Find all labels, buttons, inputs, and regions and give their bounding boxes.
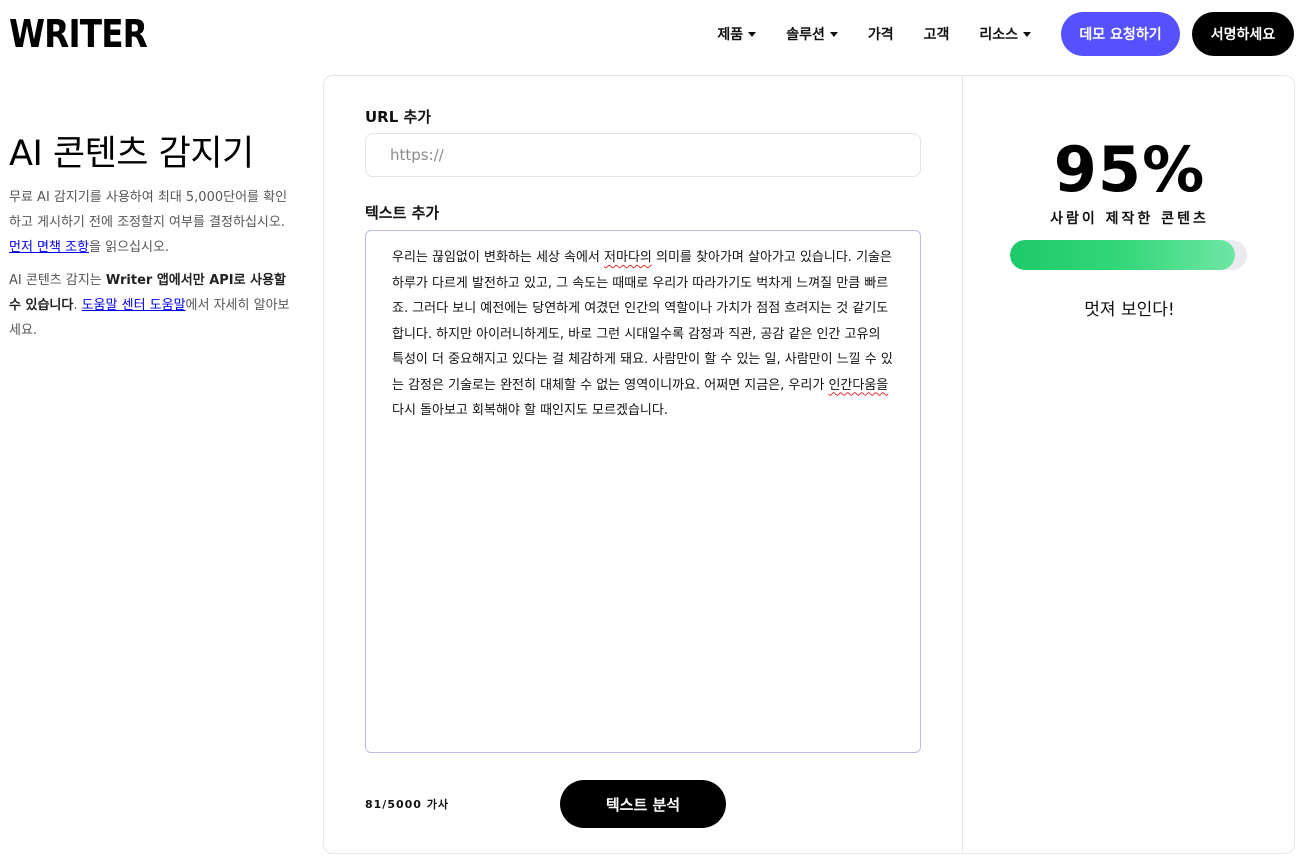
intro-api-note: AI 콘텐츠 감지는 Writer 앱에서만 API로 사용할 수 있습니다. … — [9, 268, 299, 343]
text-segment: 다시 돌아보고 회복해야 할 때인지도 모르겠습니다. — [392, 403, 668, 418]
nav-label-products: 제품 — [717, 27, 744, 43]
score-progress-bar — [1010, 240, 1247, 270]
signup-button[interactable]: 서명하세요 — [1192, 12, 1294, 56]
nav-label-customers: 고객 — [923, 27, 950, 43]
intro-desc1-text: 무료 AI 감지기를 사용하여 최대 5,000단어를 확인하고 게시하기 전에… — [9, 190, 288, 230]
top-nav: 제품 솔루션 가격 고객 리소스 데모 요청하기 서명하세요 — [717, 12, 1294, 56]
nav-item-solutions[interactable]: 솔루션 — [786, 24, 838, 44]
misspelled-word: 인간다움을 — [828, 377, 889, 393]
chevron-down-icon — [1023, 31, 1031, 37]
nav-item-pricing[interactable]: 가격 — [868, 24, 894, 44]
text-input[interactable]: 우리는 끊임없이 변화하는 세상 속에서 저마다의 의미를 찾아가며 살아가고 … — [365, 230, 921, 753]
intro-description: 무료 AI 감지기를 사용하여 최대 5,000단어를 확인하고 게시하기 전에… — [9, 185, 299, 260]
page-title: AI 콘텐츠 감지기 — [9, 134, 254, 174]
writer-logo[interactable]: WRITER — [9, 14, 148, 54]
disclaimer-link[interactable]: 먼저 면책 조항 — [9, 240, 89, 255]
text-segment: 우리는 끊임없이 변화하는 세상 속에서 — [392, 250, 605, 265]
intro-panel: AI 콘텐츠 감지기 무료 AI 감지기를 사용하여 최대 5,000단어를 확… — [9, 133, 299, 343]
verdict-text: 멋져 보인다! — [1084, 300, 1175, 320]
nav-item-customers[interactable]: 고객 — [924, 24, 950, 44]
chevron-down-icon — [829, 31, 838, 37]
nav-label-resources: 리소스 — [979, 27, 1018, 43]
nav-item-resources[interactable]: 리소스 — [979, 24, 1031, 44]
url-label: URL 추가 — [365, 108, 432, 126]
request-demo-button[interactable]: 데모 요청하기 — [1061, 12, 1180, 56]
nav-item-products[interactable]: 제품 — [717, 24, 757, 44]
nav-label-solutions: 솔루션 — [786, 27, 825, 43]
score-label: 사람이 제작한 콘텐츠 — [1050, 211, 1209, 227]
text-label: 텍스트 추가 — [365, 204, 440, 222]
word-count: 81/5000 가사 — [365, 798, 450, 811]
help-center-link[interactable]: 도움말 센터 도움말 — [82, 298, 186, 313]
url-input[interactable] — [365, 133, 921, 177]
chevron-down-icon — [748, 31, 757, 37]
score-progress-fill — [1010, 240, 1236, 270]
text-segment: 의미를 찾아가며 살아가고 있습니다. 기술은 하루가 다르게 발전하고 있고,… — [392, 250, 893, 393]
nav-label-pricing: 가격 — [867, 27, 894, 43]
analyze-text-button[interactable]: 텍스트 분석 — [560, 780, 726, 828]
intro-desc1-tail: 을 읽으십시오. — [89, 240, 170, 255]
intro-desc2-mid: . — [73, 298, 82, 313]
score-value: 95% — [1053, 133, 1206, 206]
misspelled-word: 저마다의 — [604, 250, 652, 265]
detector-card: URL 추가 텍스트 추가 우리는 끊임없이 변화하는 세상 속에서 저마다의 … — [323, 75, 1295, 854]
intro-desc2-text: AI 콘텐츠 감지는 — [9, 273, 106, 288]
